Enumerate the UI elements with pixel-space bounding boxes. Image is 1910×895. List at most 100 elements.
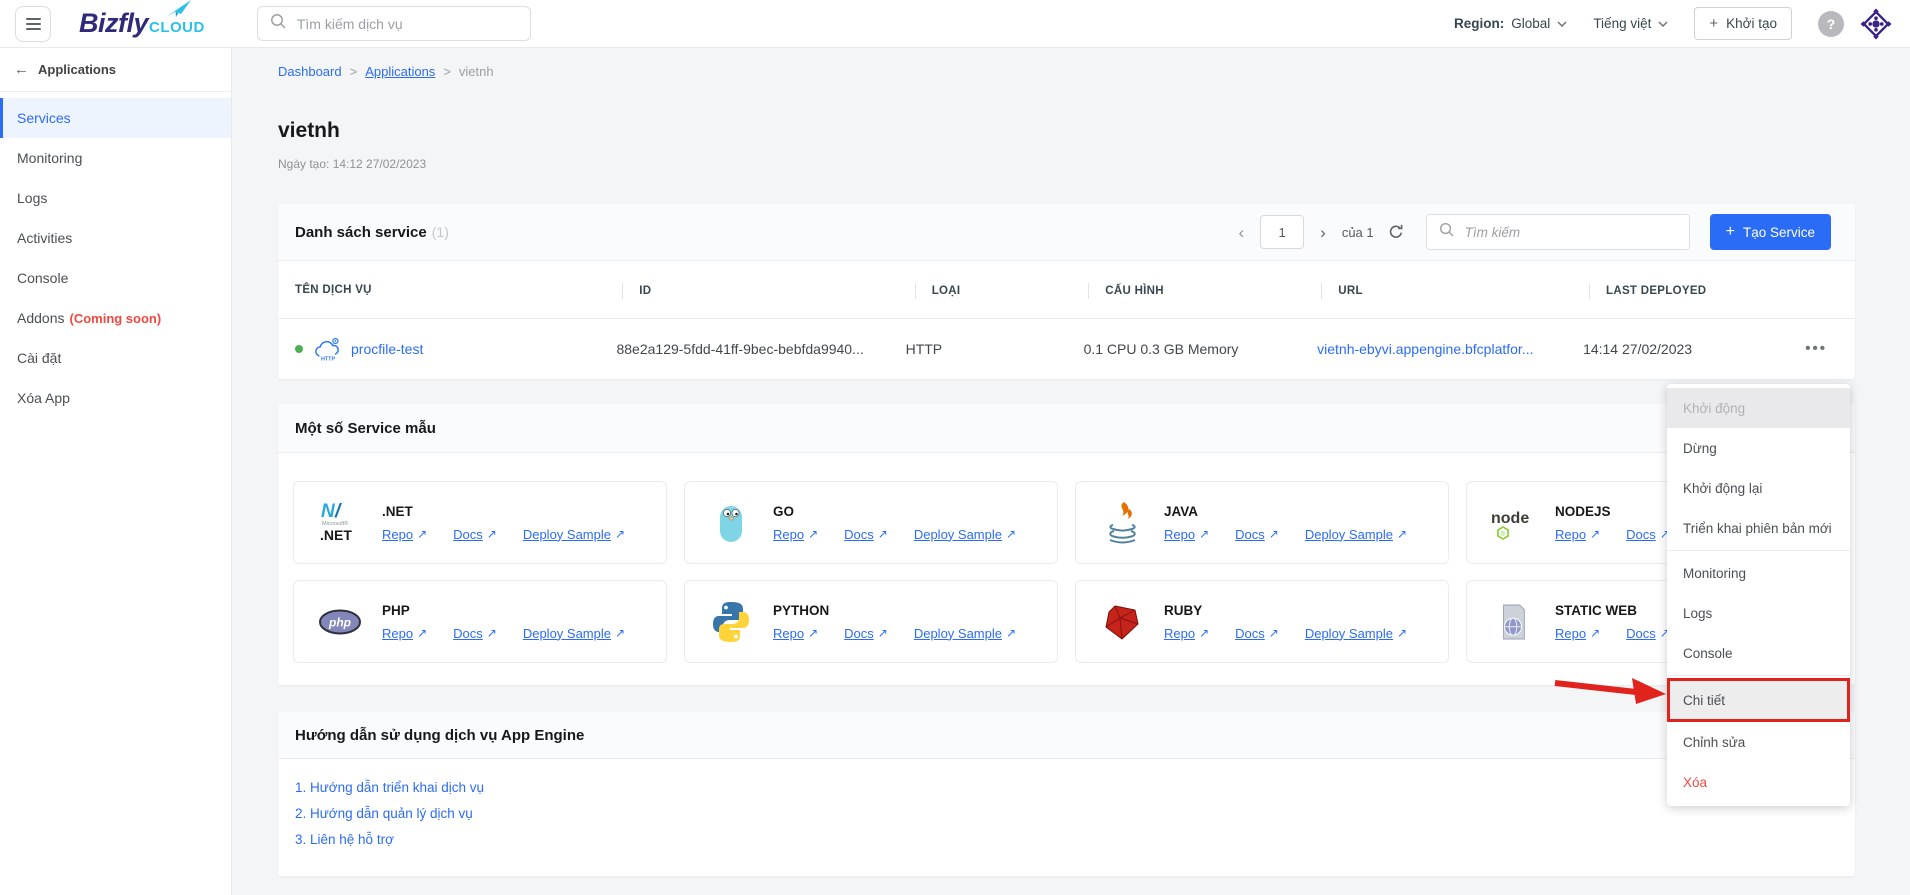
breadcrumb-dashboard[interactable]: Dashboard [278, 64, 342, 79]
guide-link-manage[interactable]: 2. Hướng dẫn quản lý dịch vụ [295, 805, 1838, 822]
menu-item-console[interactable]: Console [1667, 633, 1850, 673]
service-search[interactable] [1425, 214, 1690, 251]
menu-item-logs[interactable]: Logs [1667, 593, 1850, 633]
chevron-down-icon [1557, 20, 1567, 27]
create-service-button[interactable]: + Tạo Service [1709, 214, 1831, 251]
svg-text:/: / [334, 501, 342, 522]
search-icon [1439, 222, 1454, 242]
plus-icon: + [1725, 223, 1735, 241]
external-link-icon: ↗ [614, 527, 626, 542]
deploy-sample-link[interactable]: Deploy Sample↗ [523, 626, 625, 641]
paper-plane-icon [165, 0, 192, 23]
sample-services-card: Một số Service mẫu N / Microsoft® .NET .… [278, 404, 1855, 686]
table-row: HTTP procfile-test 88e2a129-5fdd-41ff-9b… [278, 319, 1855, 379]
sidebar-item-activities[interactable]: Activities [0, 218, 231, 258]
menu-item-edit[interactable]: Chỉnh sửa [1667, 722, 1850, 762]
external-link-icon: ↗ [417, 527, 428, 542]
column-name: TÊN DỊCH VỤ [295, 283, 372, 296]
external-link-icon: ↗ [808, 527, 819, 542]
sidebar-item-addons[interactable]: Addons (Coming soon) [0, 298, 231, 338]
breadcrumb-applications[interactable]: Applications [365, 64, 435, 79]
prev-page-button[interactable]: ‹ [1236, 224, 1246, 241]
external-link-icon: ↗ [614, 626, 626, 641]
deploy-sample-link[interactable]: Deploy Sample↗ [914, 527, 1016, 542]
repo-link[interactable]: Repo ↗ [382, 626, 427, 641]
docs-link[interactable]: Docs ↗ [1626, 527, 1670, 542]
repo-link[interactable]: Repo ↗ [1555, 626, 1600, 641]
guide-link-deploy[interactable]: 1. Hướng dẫn triển khai dịch vụ [295, 779, 1838, 796]
deploy-sample-link[interactable]: Deploy Sample↗ [1305, 527, 1407, 542]
docs-link[interactable]: Docs ↗ [453, 626, 497, 641]
service-table: TÊN DỊCH VỤ ID LOẠI CẤU HÌNH URL LAST DE… [278, 261, 1855, 379]
service-url-link[interactable]: vietnh-ebyvi.appengine.bfcplatfor... [1317, 341, 1533, 357]
more-actions-icon[interactable]: ••• [1805, 341, 1827, 356]
sidebar-back[interactable]: ← Applications [0, 47, 231, 92]
column-url: URL [1321, 282, 1363, 299]
sidebar-item-logs[interactable]: Logs [0, 178, 231, 218]
next-page-button[interactable]: › [1318, 224, 1328, 241]
deploy-sample-link[interactable]: Deploy Sample↗ [914, 626, 1016, 641]
ecosystem-icon[interactable] [1860, 8, 1892, 40]
docs-link[interactable]: Docs ↗ [844, 527, 888, 542]
service-id: 88e2a129-5fdd-41ff-9bec-bebfda9940... [616, 341, 864, 358]
docs-link[interactable]: Docs ↗ [844, 626, 888, 641]
service-name-link[interactable]: procfile-test [351, 341, 423, 357]
docs-link[interactable]: Docs ↗ [453, 527, 497, 542]
external-link-icon: ↗ [1590, 527, 1601, 542]
menu-item-monitoring[interactable]: Monitoring [1667, 553, 1850, 593]
menu-item-stop[interactable]: Dừng [1667, 428, 1850, 468]
sidebar-item-console[interactable]: Console [0, 258, 231, 298]
deploy-sample-link[interactable]: Deploy Sample↗ [1305, 626, 1407, 641]
menu-item-restart[interactable]: Khởi động lại [1667, 468, 1850, 508]
service-count: (1) [431, 223, 449, 240]
region-selector[interactable]: Region: Global [1454, 16, 1567, 31]
bizfly-logo[interactable]: Bizfly CLOUD [79, 0, 205, 39]
global-search-input[interactable] [294, 14, 518, 33]
docs-link[interactable]: Docs ↗ [1235, 527, 1279, 542]
search-icon [270, 13, 286, 34]
sidebar-item-monitoring[interactable]: Monitoring [0, 138, 231, 178]
menu-icon[interactable] [15, 5, 51, 42]
repo-link[interactable]: Repo ↗ [1164, 626, 1209, 641]
page-title: vietnh [278, 119, 340, 142]
sample-services-title: Một số Service mẫu [295, 419, 436, 437]
template-card-go: GO Repo ↗ Docs ↗ Deploy Sample ↗ [684, 481, 1058, 565]
sidebar-item-settings[interactable]: Cài đặt [0, 338, 231, 378]
menu-divider [1667, 550, 1850, 551]
svg-text:.NET: .NET [320, 527, 352, 543]
refresh-icon[interactable] [1388, 224, 1404, 240]
repo-link[interactable]: Repo ↗ [1555, 527, 1600, 542]
docs-link[interactable]: Docs ↗ [1235, 626, 1279, 641]
service-last-deployed: 14:14 27/02/2023 [1583, 341, 1693, 358]
menu-item-delete[interactable]: Xóa [1667, 762, 1850, 802]
language-selector[interactable]: Tiếng việt [1593, 16, 1668, 31]
guide-card: Hướng dẫn sử dụng dịch vụ App Engine 1. … [278, 712, 1855, 877]
service-type: HTTP [905, 341, 943, 358]
guide-link-support[interactable]: 3. Liên hệ hỗ trợ [295, 831, 1838, 848]
external-link-icon: ↗ [486, 626, 497, 641]
external-link-icon: ↗ [486, 527, 497, 542]
template-card-python: PYTHON Repo ↗ Docs ↗ Deploy Sample ↗ [684, 580, 1058, 664]
sidebar-item-delete-app[interactable]: Xóa App [0, 378, 231, 418]
sidebar-item-services[interactable]: Services [0, 98, 231, 138]
sidebar-back-label: Applications [38, 61, 117, 77]
global-search[interactable] [256, 6, 531, 41]
deploy-sample-link[interactable]: Deploy Sample↗ [523, 527, 625, 542]
menu-item-deploy-new-version[interactable]: Triển khai phiên bản mới [1667, 508, 1850, 548]
template-card-php: php PHP Repo ↗ Docs ↗ Deploy Sample ↗ [293, 580, 667, 664]
question-icon[interactable]: ? [1818, 10, 1844, 37]
svg-text:®: ® [1501, 531, 1506, 538]
menu-item-details[interactable]: Chi tiết [1667, 678, 1850, 722]
repo-link[interactable]: Repo ↗ [773, 626, 818, 641]
repo-link[interactable]: Repo ↗ [1164, 527, 1209, 542]
svg-text:node: node [1491, 510, 1529, 527]
create-service-label: Tạo Service [1742, 224, 1815, 240]
repo-link[interactable]: Repo ↗ [773, 527, 818, 542]
page-number-input[interactable] [1260, 215, 1305, 250]
docs-link[interactable]: Docs ↗ [1626, 626, 1670, 641]
create-resource-label: Khởi tạo [1726, 16, 1777, 31]
repo-link[interactable]: Repo ↗ [382, 527, 427, 542]
go-icon [707, 500, 755, 546]
service-search-input[interactable] [1462, 223, 1677, 241]
create-resource-button[interactable]: + Khởi tạo [1694, 7, 1792, 40]
